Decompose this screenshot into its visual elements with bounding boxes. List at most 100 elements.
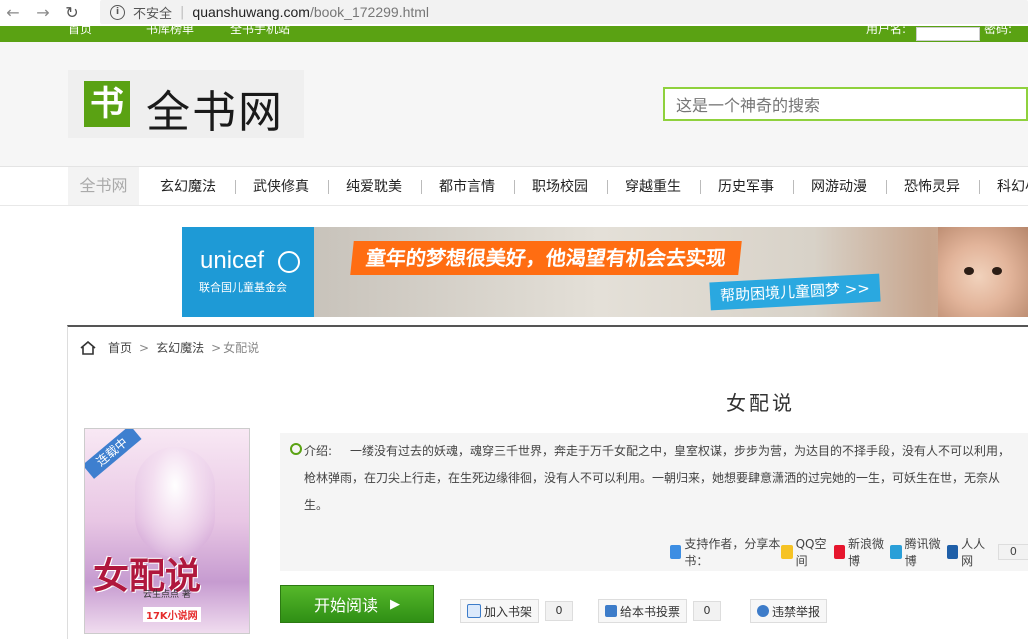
- category-nav: 全书网 玄幻魔法 武侠修真 纯爱耽美 都市言情 职场校园 穿越重生 历史军事 网…: [0, 167, 1028, 206]
- logo-text: 全书网: [146, 87, 284, 138]
- search-input[interactable]: [674, 90, 1018, 120]
- vote-count: 0: [693, 601, 722, 621]
- share-tencent[interactable]: 腾讯微博: [890, 535, 943, 569]
- start-reading-button[interactable]: 开始阅读 ▶: [280, 585, 434, 623]
- cover-author: 云生点点 著: [143, 590, 191, 600]
- vote-action: 给本书投票 0: [598, 599, 722, 623]
- book-title: 女配说: [726, 391, 795, 415]
- category-divider: [235, 180, 236, 194]
- category-divider: [514, 180, 515, 194]
- intro-panel: 介绍: 一缕没有过去的妖魂，魂穿三千世界，奔走于万千女配之中，皇室权谋，步步为营，…: [280, 433, 1028, 571]
- share-renren-label: 人人网: [961, 537, 986, 568]
- site-logo[interactable]: 书 全书网: [68, 70, 304, 138]
- cover-publisher-logo: 17K小说网: [143, 607, 201, 622]
- category-divider: [886, 180, 887, 194]
- bullet-icon: [290, 443, 302, 455]
- unicef-panel: unicef 联合国儿童基金会: [182, 227, 314, 317]
- category-item[interactable]: 科幻小: [997, 167, 1028, 205]
- share-weibo[interactable]: 新浪微博: [833, 535, 887, 569]
- unicef-cn: 联合国儿童基金会: [199, 281, 287, 294]
- category-divider: [328, 180, 329, 194]
- add-bookshelf-button[interactable]: 加入书架: [460, 599, 540, 623]
- url-path: /book_172299.html: [309, 4, 430, 20]
- report-action: 违禁举报: [750, 599, 828, 623]
- category-divider: [421, 180, 422, 194]
- topbar-link-mobile[interactable]: 全书手机站: [230, 26, 290, 37]
- bookshelf-count: 0: [545, 601, 574, 621]
- book-detail: 首页 > 玄幻魔法 > 女配说 女配说 连载中 女配说 云生点点 著 17K小说…: [67, 325, 1028, 639]
- insecure-label: 不安全: [133, 6, 173, 22]
- weibo-icon: [833, 545, 846, 559]
- share-tencent-label: 腾讯微博: [904, 537, 941, 568]
- book-cover[interactable]: 连载中 女配说 云生点点 著 17K小说网: [84, 428, 250, 634]
- vote-label: 给本书投票: [620, 604, 681, 619]
- bookshelf-action: 加入书架 0: [460, 599, 574, 623]
- add-bookshelf-label: 加入书架: [484, 604, 533, 619]
- breadcrumb: 首页 > 玄幻魔法 > 女配说: [80, 339, 259, 356]
- category-home[interactable]: 全书网: [68, 167, 139, 205]
- topbar-link-rank[interactable]: 书库榜单: [146, 26, 194, 37]
- share-label: 支持作者，分享本书：: [684, 537, 781, 568]
- category-item[interactable]: 恐怖灵异: [904, 167, 960, 205]
- address-bar[interactable]: i 不安全 | quanshuwang.com/book_172299.html: [100, 0, 1028, 24]
- eye: [992, 267, 1002, 275]
- breadcrumb-separator: >: [139, 340, 150, 355]
- share-qzone[interactable]: QQ空间: [781, 535, 829, 569]
- intro-label: 介绍:: [304, 444, 333, 458]
- vote-button[interactable]: 给本书投票: [598, 599, 688, 623]
- breadcrumb-home[interactable]: 首页: [108, 339, 132, 356]
- category-item[interactable]: 都市言情: [439, 167, 495, 205]
- child-photo: [938, 227, 1028, 317]
- category-divider: [979, 180, 980, 194]
- breadcrumb-category[interactable]: 玄幻魔法: [156, 339, 204, 356]
- share-weibo-label: 新浪微博: [848, 537, 885, 568]
- eye: [964, 267, 974, 275]
- qzone-icon: [781, 545, 793, 559]
- search-box[interactable]: [663, 87, 1028, 121]
- report-label: 违禁举报: [772, 604, 821, 619]
- category-divider: [607, 180, 608, 194]
- reload-icon[interactable]: ↻: [62, 2, 82, 22]
- category-item[interactable]: 职场校园: [532, 167, 588, 205]
- home-icon[interactable]: [80, 340, 96, 355]
- banner-slogan: 童年的梦想很美好，他渴望有机会去实现: [350, 241, 742, 275]
- category-item[interactable]: 历史军事: [718, 167, 774, 205]
- category-item[interactable]: 网游动漫: [811, 167, 867, 205]
- category-item[interactable]: 武侠修真: [253, 167, 309, 205]
- category-item[interactable]: 玄幻魔法: [160, 167, 216, 205]
- globe-icon: [278, 251, 300, 273]
- unicef-logo: unicef: [200, 247, 265, 274]
- browser-toolbar: ← → ↻ i 不安全 | quanshuwang.com/book_17229…: [0, 0, 1028, 24]
- username-label: 用户名:: [866, 26, 907, 36]
- category-divider: [793, 180, 794, 194]
- tencent-weibo-icon: [890, 545, 902, 559]
- info-icon[interactable]: i: [110, 4, 125, 20]
- username-input[interactable]: [916, 27, 980, 41]
- category-item[interactable]: 纯爱耽美: [346, 167, 402, 205]
- logo-mark: 书: [84, 81, 130, 127]
- url-separator: |: [180, 4, 185, 20]
- category-item[interactable]: 穿越重生: [625, 167, 681, 205]
- back-arrow-icon[interactable]: ←: [3, 2, 23, 22]
- bookshelf-icon: [467, 604, 481, 618]
- url-host: quanshuwang.com: [192, 4, 310, 20]
- share-bar: 支持作者，分享本书： QQ空间 新浪微博 腾讯微博 人人网 0: [670, 535, 1028, 569]
- topbar-link-home[interactable]: 首页: [68, 26, 92, 37]
- thumbs-up-icon: [605, 605, 617, 617]
- renren-icon: [947, 545, 959, 559]
- status-ribbon: 连载中: [85, 429, 142, 479]
- intro-text: 介绍: 一缕没有过去的妖魂，魂穿三千世界，奔走于万千女配之中，皇室权谋，步步为营，…: [304, 438, 1016, 519]
- start-reading-label: 开始阅读: [313, 596, 378, 615]
- forward-arrow-icon[interactable]: →: [33, 2, 53, 22]
- share-renren[interactable]: 人人网: [947, 535, 990, 569]
- category-divider: [700, 180, 701, 194]
- top-bar: 首页 书库榜单 全书手机站 用户名: 密码:: [0, 26, 1028, 42]
- breadcrumb-separator: >: [211, 340, 222, 355]
- report-button[interactable]: 违禁举报: [750, 599, 828, 623]
- report-icon: [757, 605, 769, 617]
- share-count: 0: [997, 544, 1028, 560]
- password-label: 密码:: [984, 26, 1013, 36]
- ad-banner[interactable]: unicef 联合国儿童基金会 童年的梦想很美好，他渴望有机会去实现 帮助困境儿…: [182, 227, 1028, 317]
- play-icon: ▶: [390, 596, 400, 612]
- plus-icon: [670, 545, 682, 559]
